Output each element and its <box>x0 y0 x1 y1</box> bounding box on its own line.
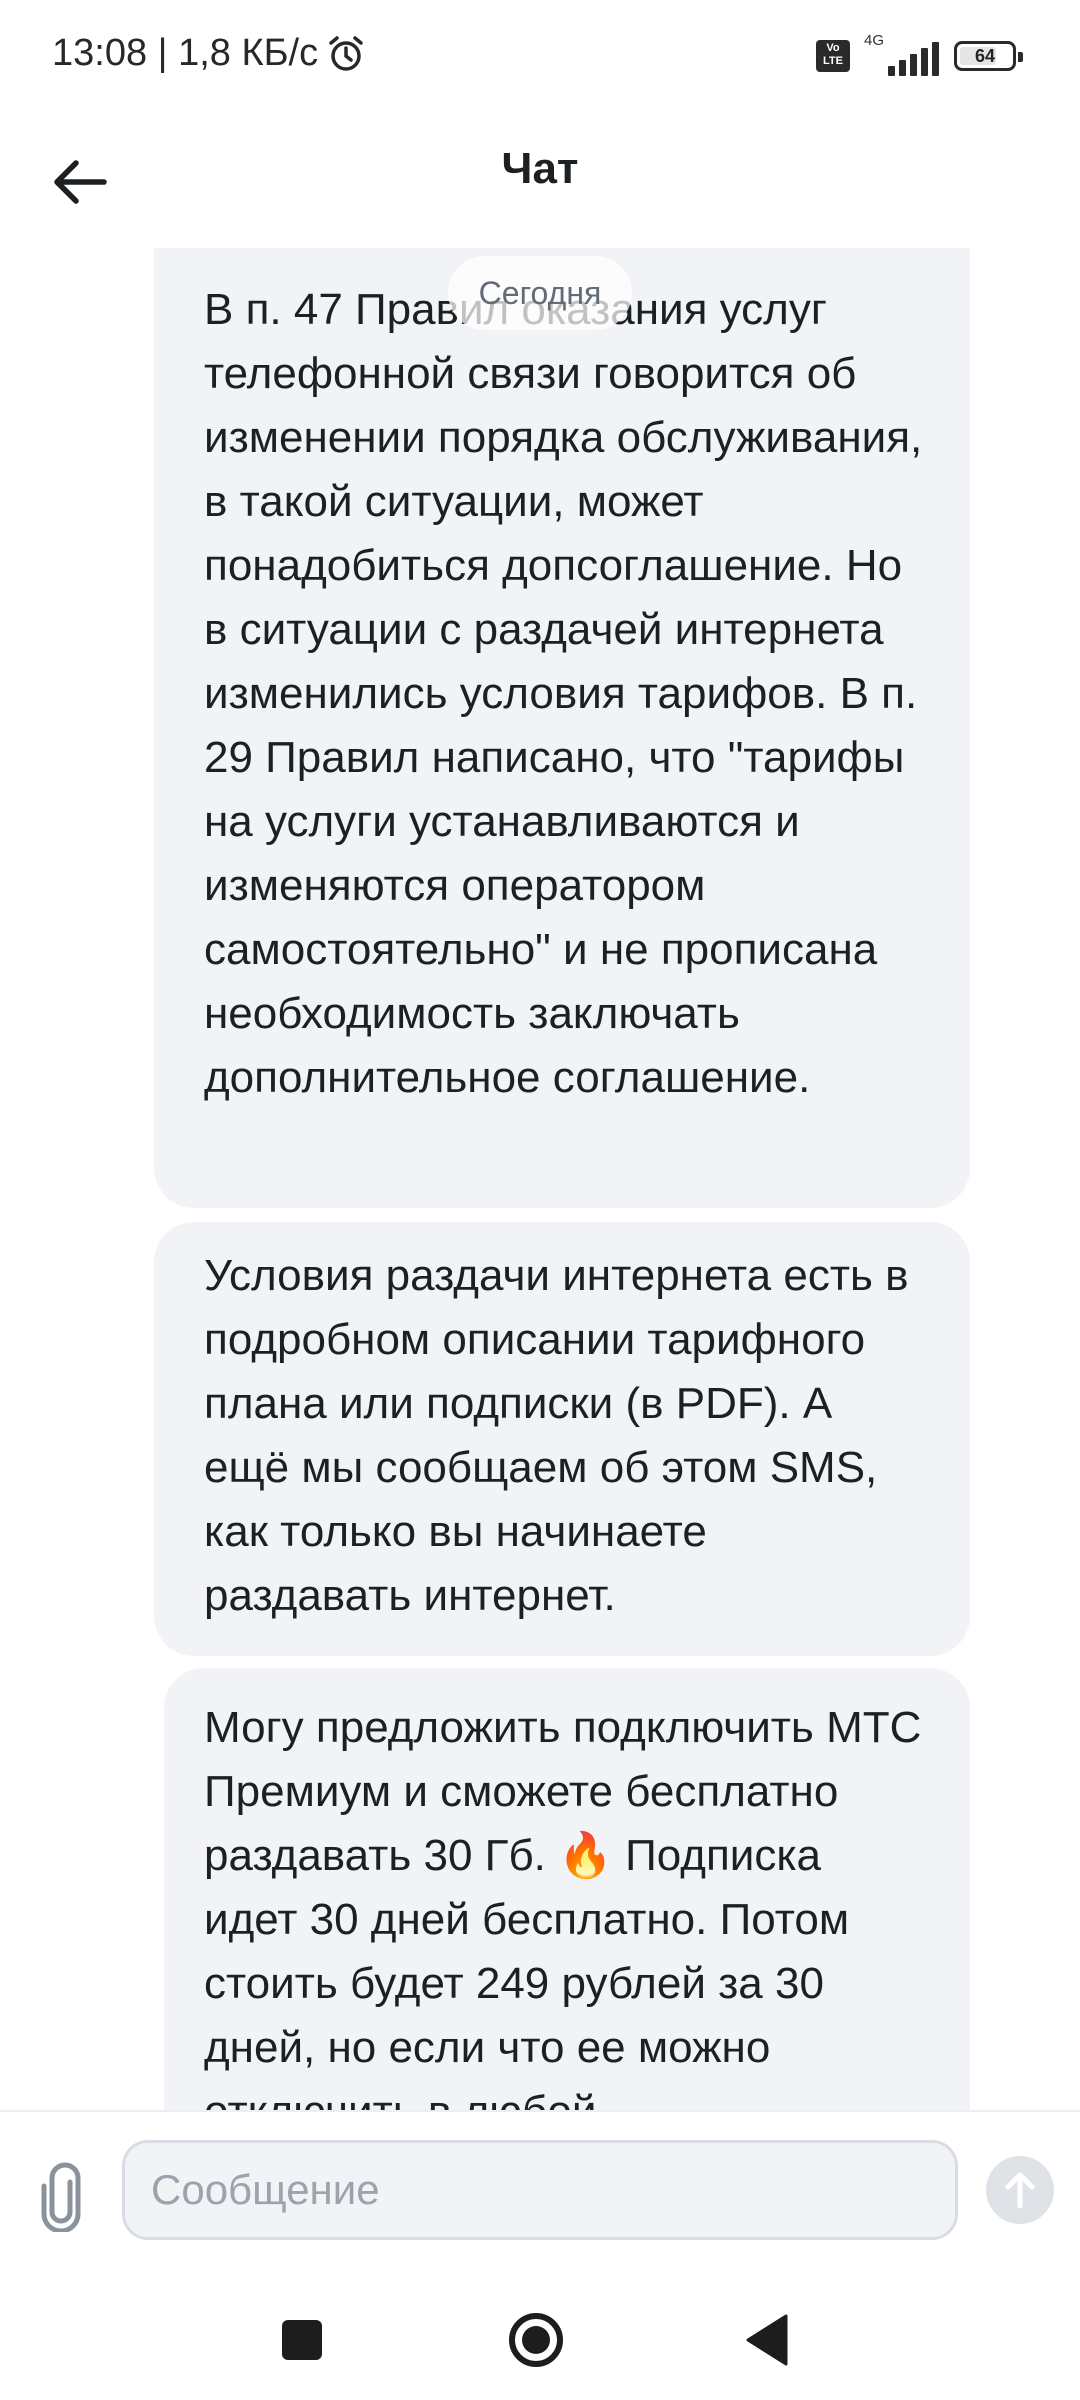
message-bubble: Могу предложить подключить МТС Премиум и… <box>164 1668 970 2110</box>
battery-icon: 64 <box>954 41 1023 71</box>
status-left: 13:08 | 1,8 КБ/с <box>52 32 366 75</box>
battery-level: 64 <box>974 46 996 66</box>
message-text: Могу предложить подключить МТС Премиум и… <box>204 1703 922 2110</box>
system-back-button[interactable] <box>744 2312 790 2368</box>
circle-home-icon <box>509 2313 563 2367</box>
system-navigation-bar <box>0 2280 1080 2400</box>
status-right: Vo LTE 4G 64 <box>816 32 1023 76</box>
status-bar: 13:08 | 1,8 КБ/с Vo LTE 4G 64 <box>0 0 1080 118</box>
send-button[interactable] <box>986 2156 1054 2224</box>
chat-messages[interactable]: В п. 47 Правил оказания услуг телефонной… <box>0 248 1080 2110</box>
composer <box>0 2110 1080 2282</box>
triangle-back-icon <box>746 2314 788 2366</box>
volte-icon: Vo LTE <box>816 40 850 72</box>
page-title: Чат <box>501 144 579 193</box>
message-bubble: В п. 47 Правил оказания услуг телефонной… <box>154 248 970 1208</box>
signal-icon: 4G <box>864 32 940 76</box>
chat-header: Чат <box>0 118 1080 258</box>
recents-button[interactable] <box>282 2320 322 2360</box>
message-text: В п. 47 Правил оказания услуг телефонной… <box>204 285 923 1102</box>
attach-button[interactable] <box>36 2162 88 2234</box>
message-input[interactable] <box>122 2140 958 2240</box>
home-button[interactable] <box>506 2310 566 2370</box>
status-time-speed: 13:08 | 1,8 КБ/с <box>52 32 319 74</box>
message-text: Условия раздачи интернета есть в подробн… <box>204 1251 909 1620</box>
network-type: 4G <box>864 32 885 49</box>
paperclip-icon <box>41 2162 81 2234</box>
alarm-clock-icon <box>329 35 363 71</box>
send-arrow-up-icon <box>1005 2172 1035 2209</box>
date-separator: Сегодня <box>448 256 632 330</box>
message-bubble: Условия раздачи интернета есть в подробн… <box>154 1222 970 1656</box>
